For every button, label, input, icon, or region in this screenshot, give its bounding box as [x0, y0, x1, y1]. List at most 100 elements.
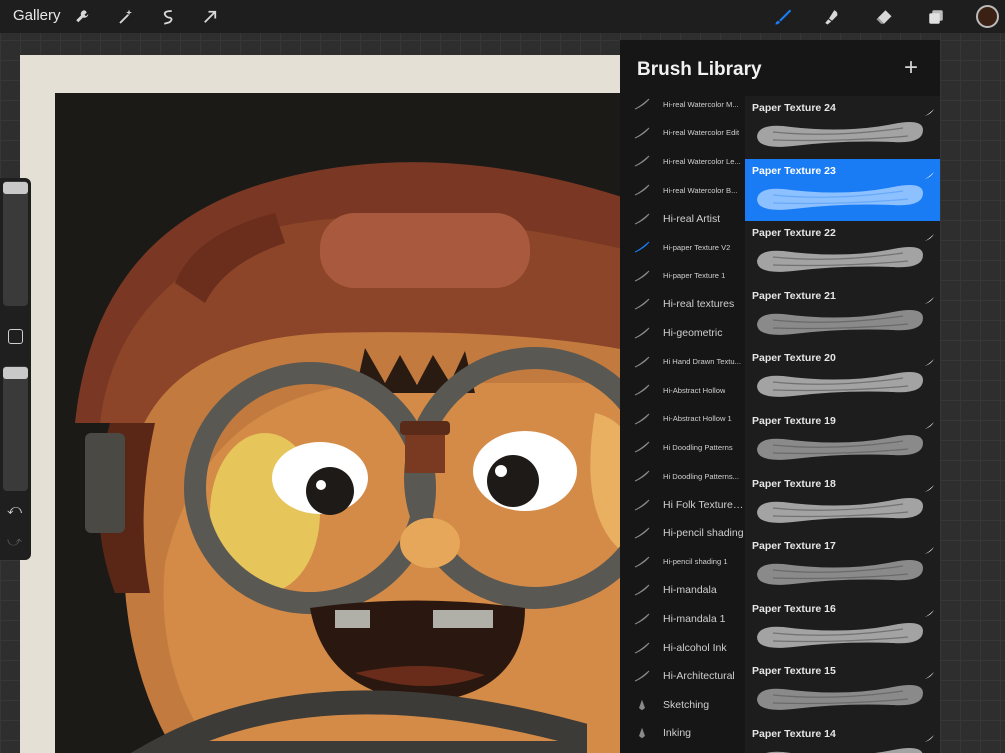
brush-name: Paper Texture 15 — [752, 665, 836, 678]
brush-set-label: Hi-paper Texture 1 — [663, 271, 726, 281]
brush-item[interactable]: Paper Texture 22 — [745, 221, 940, 284]
brush-set-item[interactable]: Hi-mandala 1 — [620, 605, 745, 634]
brush-set-item[interactable]: Hi-mandala — [620, 576, 745, 605]
brush-set-item[interactable]: Inking — [620, 719, 745, 748]
brush-set-item[interactable]: Hi-paper Texture V2 — [620, 233, 745, 262]
brush-item[interactable]: Paper Texture 15 — [745, 659, 940, 722]
modify-button[interactable] — [8, 329, 23, 344]
brush-type-icon — [925, 166, 934, 179]
opacity-slider[interactable] — [3, 366, 28, 491]
brush-set-item[interactable]: Hi-Abstract Hollow — [620, 376, 745, 405]
brush-stroke-icon — [620, 470, 663, 482]
brush-name: Paper Texture 17 — [752, 540, 836, 553]
magic-wand-icon[interactable] — [113, 4, 139, 30]
brush-set-item[interactable]: Hi-real Artist — [620, 204, 745, 233]
brush-library-panel: Brush Library + Hi-real Watercolor M... H… — [620, 40, 940, 753]
brush-set-item[interactable]: Hi-real Watercolor Le... — [620, 147, 745, 176]
brush-stroke-icon — [620, 670, 663, 682]
brush-name: Paper Texture 22 — [752, 227, 836, 240]
brush-stroke-icon — [620, 213, 663, 225]
brush-icon[interactable] — [770, 4, 796, 30]
brush-set-item[interactable]: Hi-real Watercolor B... — [620, 176, 745, 205]
brush-set-label: Hi-real Artist — [663, 212, 721, 225]
brush-set-item[interactable]: Hi Hand Drawn Textu... — [620, 347, 745, 376]
brush-stroke-preview — [753, 492, 928, 526]
brush-stroke-icon — [620, 556, 663, 568]
color-picker-button[interactable] — [976, 5, 999, 28]
redo-button[interactable]: ⤻ — [7, 533, 22, 550]
brush-type-icon — [925, 416, 934, 429]
wrench-icon[interactable] — [70, 4, 96, 30]
brush-stroke-icon — [620, 441, 663, 453]
brush-type-icon — [925, 541, 934, 555]
brush-item[interactable]: Paper Texture 14 — [745, 722, 940, 753]
add-brush-set-button[interactable]: + — [904, 56, 918, 80]
brush-type-icon — [925, 291, 934, 304]
brush-name: Paper Texture 19 — [752, 414, 836, 427]
brush-set-item[interactable]: Hi-real Watercolor M... — [620, 90, 745, 119]
brush-set-item[interactable]: Hi-pencil shading 1 — [620, 548, 745, 577]
opacity-slider-thumb[interactable] — [3, 367, 28, 379]
brush-set-item[interactable]: Hi Folk Textures 1 — [620, 490, 745, 519]
brush-set-item[interactable]: Hi Doodling Patterns — [620, 433, 745, 462]
brush-item[interactable]: Paper Texture 20 — [745, 346, 940, 409]
brush-set-label: Hi-real Watercolor B... — [663, 185, 738, 195]
brush-item[interactable]: Paper Texture 16 — [745, 597, 940, 660]
brush-set-item[interactable]: Sketching — [620, 690, 745, 719]
brush-stroke-icon — [620, 584, 663, 596]
brush-set-item[interactable]: Hi-real textures — [620, 290, 745, 319]
brush-set-item[interactable]: Hi-alcohol Ink — [620, 633, 745, 662]
artwork-illustration — [55, 93, 640, 753]
brush-set-item[interactable]: Hi-real Watercolor Edit — [620, 119, 745, 148]
brush-stroke-icon — [620, 327, 663, 339]
brush-type-icon — [925, 729, 934, 742]
brush-stroke-icon — [620, 184, 663, 196]
layers-icon[interactable] — [923, 4, 949, 30]
brush-item[interactable]: Paper Texture 17 — [745, 534, 940, 597]
brush-set-item[interactable]: Hi-pencil shading — [620, 519, 745, 548]
selection-icon[interactable] — [155, 4, 181, 30]
brush-set-label: Hi-real Watercolor Le... — [663, 156, 741, 166]
brush-item[interactable]: Paper Texture 21 — [745, 284, 940, 347]
brush-set-item[interactable]: Hi-geometric — [620, 319, 745, 348]
brush-set-item[interactable]: Hi-Architectural — [620, 662, 745, 691]
brush-sets-list: Hi-real Watercolor M... Hi-real Watercolo… — [620, 90, 745, 753]
brush-item[interactable]: Paper Texture 18 — [745, 472, 940, 535]
brush-set-item[interactable]: Hi Doodling Patterns... — [620, 462, 745, 491]
brush-stroke-icon — [620, 270, 663, 282]
eraser-icon[interactable] — [871, 4, 897, 30]
brush-stroke-icon — [620, 356, 663, 368]
brush-stroke-preview — [753, 554, 928, 588]
smudge-icon[interactable] — [819, 4, 845, 30]
brush-stroke-preview — [753, 679, 928, 713]
brush-set-label: Hi-real Watercolor M... — [663, 99, 739, 109]
brush-stroke-icon — [620, 98, 663, 110]
brush-stroke-icon — [620, 384, 663, 396]
brush-set-label: Hi-geometric — [663, 327, 723, 340]
brush-item[interactable]: Paper Texture 23 — [745, 158, 940, 222]
brush-set-item[interactable]: Hi-Abstract Hollow 1 — [620, 405, 745, 434]
brush-set-label: Hi-real Watercolor Edit — [663, 128, 740, 138]
brush-item[interactable]: Paper Texture 19 — [745, 409, 940, 472]
brush-stroke-icon — [620, 527, 663, 539]
panel-title: Brush Library — [637, 59, 762, 80]
brush-set-label: Hi Doodling Patterns — [663, 442, 733, 452]
brush-set-label: Hi-Abstract Hollow — [663, 385, 726, 395]
brush-set-label: Hi-mandala 1 — [663, 612, 726, 625]
brush-name: Paper Texture 23 — [752, 164, 836, 177]
brush-set-item[interactable]: Hi-paper Texture 1 — [620, 262, 745, 291]
brush-type-icon — [925, 479, 934, 492]
brush-size-slider-thumb[interactable] — [3, 182, 28, 194]
brush-set-label: Inking — [663, 727, 692, 740]
brush-size-slider[interactable] — [3, 181, 28, 306]
brush-item[interactable]: Paper Texture 24 — [745, 96, 940, 159]
brush-stroke-icon — [620, 127, 663, 139]
transform-arrow-icon[interactable] — [197, 4, 223, 30]
brush-stroke-preview — [753, 116, 928, 150]
brushes-list: Paper Texture 24 Paper Texture 23 Paper Te… — [745, 96, 940, 753]
brush-set-label: Hi Doodling Patterns... — [663, 471, 739, 481]
left-sidebar: ⤺ ⤻ — [0, 178, 31, 560]
artwork-canvas[interactable] — [55, 93, 640, 753]
undo-button[interactable]: ⤺ — [7, 501, 22, 518]
gallery-button[interactable]: Gallery — [13, 7, 61, 24]
